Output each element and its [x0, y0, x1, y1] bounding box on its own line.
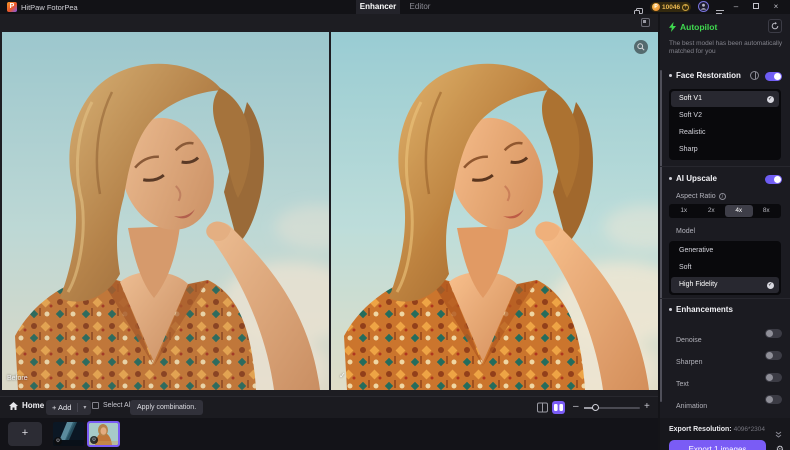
model-option[interactable]: High Fidelity ✓: [671, 277, 779, 293]
model-option[interactable]: Soft V1 ✓: [671, 91, 779, 107]
lightning-icon: [669, 22, 676, 32]
zoom-slider-knob[interactable]: [592, 404, 599, 411]
refresh-autopilot-button[interactable]: [768, 19, 782, 33]
portrait-photo: [2, 32, 329, 390]
aspect-ratio-label: Aspect Ratio: [676, 193, 716, 200]
coin-icon: P: [652, 3, 660, 11]
denoise-label: Denoise: [676, 337, 702, 344]
autopilot-description: The best model has been automatically ma…: [669, 40, 783, 56]
face-restoration-model-list: Soft V1 ✓ Soft V2 Realistic Sharp: [669, 89, 781, 160]
add-button-label[interactable]: + Add: [46, 403, 78, 412]
model-option[interactable]: Realistic: [671, 125, 779, 141]
sharpen-label: Sharpen: [676, 359, 702, 366]
app-logo-icon: P: [7, 2, 17, 12]
aspect-ratio-segmented: 1x 2x 4x 8x: [669, 204, 781, 218]
model-badge-icon: ⚙: [90, 436, 98, 444]
add-button[interactable]: + Add ▾: [46, 400, 91, 415]
thumbnail-item-selected[interactable]: ⚙: [87, 421, 120, 447]
export-settings-gear-icon[interactable]: ⚙: [776, 445, 784, 450]
panel-scrollbar[interactable]: [660, 70, 662, 402]
selected-check-icon: ✓: [767, 96, 775, 104]
export-area: Export Resolution: 4096*2304 Export 1 im…: [660, 418, 790, 450]
compare-icon[interactable]: [750, 71, 759, 80]
zoom-slider[interactable]: [584, 407, 640, 409]
single-split-view-icon[interactable]: [536, 401, 549, 414]
export-button[interactable]: Export 1 images: [669, 440, 766, 450]
zoom-out-button[interactable]: –: [573, 401, 579, 412]
processed-check-icon: ✓: [339, 371, 346, 380]
model-option[interactable]: Sharp: [671, 142, 779, 158]
select-all-control[interactable]: Select All: [92, 402, 132, 409]
home-icon: [9, 402, 18, 410]
side-by-side-view-icon[interactable]: [552, 401, 565, 414]
export-resolution-label: Export Resolution:: [669, 426, 732, 433]
ratio-2x[interactable]: 2x: [698, 205, 726, 217]
animation-toggle[interactable]: [765, 395, 782, 404]
tab-enhancer[interactable]: Enhancer: [356, 0, 400, 14]
ratio-4x[interactable]: 4x: [725, 205, 753, 217]
zoom-in-button[interactable]: +: [644, 401, 650, 412]
app-title: HitPaw FotorPea: [21, 3, 78, 12]
home-label: Home: [22, 401, 44, 410]
text-label: Text: [676, 381, 689, 388]
close-button[interactable]: ×: [768, 0, 784, 14]
after-image[interactable]: ✓: [331, 32, 658, 390]
apply-combination-button[interactable]: Apply combination.: [130, 400, 203, 415]
animation-label: Animation: [676, 403, 707, 410]
canvas-area: Before: [0, 14, 658, 396]
autopilot-title: Autopilot: [680, 22, 717, 32]
select-all-checkbox[interactable]: [92, 402, 99, 409]
ai-upscale-title[interactable]: AI Upscale: [676, 174, 717, 183]
tab-editor[interactable]: Editor: [402, 0, 438, 14]
thumbnail-item[interactable]: ⚙: [53, 422, 84, 446]
resolution-expand-chevron-icon[interactable]: [775, 425, 782, 443]
credits-badge[interactable]: P 10046 +: [650, 2, 691, 12]
minimize-button[interactable]: –: [728, 0, 744, 14]
credits-count: 10046: [662, 4, 680, 11]
divider: [660, 166, 790, 167]
home-button[interactable]: Home: [9, 401, 44, 410]
sharpen-toggle[interactable]: [765, 351, 782, 360]
denoise-toggle[interactable]: [765, 329, 782, 338]
add-credits-icon[interactable]: +: [682, 4, 689, 11]
ai-upscale-toggle[interactable]: [765, 175, 782, 184]
select-all-label: Select All: [103, 402, 132, 409]
before-image[interactable]: Before: [2, 32, 329, 390]
info-icon[interactable]: i: [719, 193, 726, 200]
ratio-8x[interactable]: 8x: [753, 205, 781, 217]
titlebar: P HitPaw FotorPea Enhancer Editor P 1004…: [0, 0, 790, 14]
magnifier-badge-icon[interactable]: [634, 40, 648, 54]
section-bullet: [669, 177, 672, 180]
selected-check-icon: ✓: [767, 282, 775, 290]
settings-panel: Autopilot The best model has been automa…: [660, 14, 790, 450]
section-bullet: [669, 308, 672, 311]
model-option[interactable]: Soft: [671, 260, 779, 276]
thumbnail-strip: + ⚙ ⚙: [0, 418, 658, 450]
app-window: P HitPaw FotorPea Enhancer Editor P 1004…: [0, 0, 790, 450]
account-icon[interactable]: [698, 1, 709, 12]
face-restoration-title[interactable]: Face Restoration: [676, 71, 741, 80]
add-dropdown-chevron-icon[interactable]: ▾: [78, 404, 91, 411]
model-label: Model: [676, 228, 695, 235]
model-option[interactable]: Soft V2: [671, 108, 779, 124]
enhancements-title[interactable]: Enhancements: [676, 305, 733, 314]
divider: [660, 298, 790, 299]
export-resolution-value: 4096*2304: [734, 426, 765, 433]
ratio-1x[interactable]: 1x: [670, 205, 698, 217]
model-option[interactable]: Generative: [671, 243, 779, 259]
upscale-model-list: Generative Soft High Fidelity ✓: [669, 241, 781, 295]
bottom-toolbar: Home + Add ▾ Select All Apply combinatio…: [0, 396, 658, 418]
model-badge-icon: ⚙: [54, 437, 62, 445]
collapse-panel-icon[interactable]: [641, 18, 650, 27]
face-restoration-toggle[interactable]: [765, 72, 782, 81]
maximize-button[interactable]: [748, 0, 764, 14]
text-toggle[interactable]: [765, 373, 782, 382]
add-image-tile[interactable]: +: [8, 422, 42, 446]
section-bullet: [669, 74, 672, 77]
before-label: Before: [7, 375, 28, 382]
portrait-photo-enhanced: [331, 32, 658, 390]
